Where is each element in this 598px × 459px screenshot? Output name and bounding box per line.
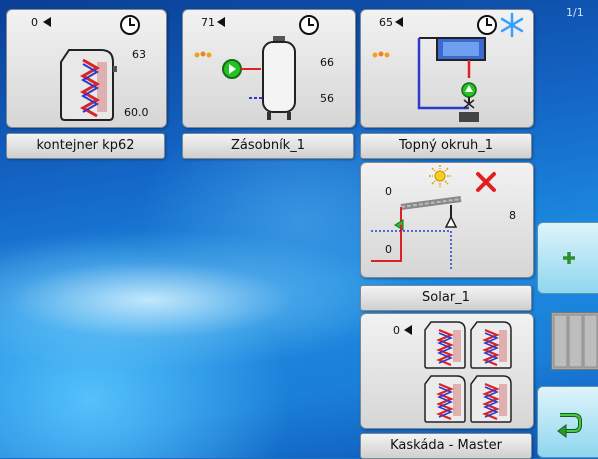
clock-icon[interactable] [298,14,320,36]
solar-circuit-icon [371,196,462,269]
columns-icon [553,314,598,368]
tile-level: 65 [379,16,393,29]
tile-value-bottom: 56 [320,92,334,105]
return-arrow-icon [557,413,582,438]
tile-value-top: 63 [132,48,146,61]
storage-tank-icon [249,36,296,120]
view-toggle-button[interactable] [551,312,598,370]
label-kaskada[interactable]: Kaskáda - Master [360,433,532,459]
add-button[interactable] [537,222,598,294]
tile-kontejner[interactable]: 0 63 60.0 [6,9,167,128]
tile-level: 0 [31,16,38,29]
label-kontejner[interactable]: kontejner kp62 [6,133,165,159]
clock-icon[interactable] [119,14,141,36]
heating-circuit-icon [417,37,486,122]
solar-tank-temp: 0 [385,243,392,256]
snowflake-icon[interactable] [500,12,524,38]
tile-level: 0 [393,324,400,337]
label-zasobnik[interactable]: Zásobník_1 [182,133,354,159]
tile-zasobnik[interactable]: 71 66 56 [182,9,356,128]
speaker-icon [217,17,225,27]
label-solar[interactable]: Solar_1 [360,285,532,311]
speaker-icon [404,325,412,335]
sun-icon [429,165,451,187]
flame-icon [194,51,212,58]
speaker-icon [43,17,51,27]
tile-value-bottom: 60.0 [124,106,149,119]
label-topny-okruh[interactable]: Topný okruh_1 [360,133,532,159]
tile-level: 71 [201,16,215,29]
back-button[interactable] [537,386,598,458]
flame-icon [372,51,390,58]
boiler-cascade-icon [423,320,513,424]
tile-solar[interactable]: 0 8 0 [360,162,534,278]
speaker-icon [395,17,403,27]
boiler-icon [60,49,117,121]
page-indicator: 1/1 [566,6,584,19]
clock-icon[interactable] [476,14,498,36]
tile-value-top: 66 [320,56,334,69]
solar-value-right: 8 [509,209,516,222]
tile-topny-okruh[interactable]: 65 [360,9,534,128]
plus-icon [563,252,575,264]
pump-icon [222,59,261,79]
tile-kaskada[interactable]: 0 [360,313,534,429]
